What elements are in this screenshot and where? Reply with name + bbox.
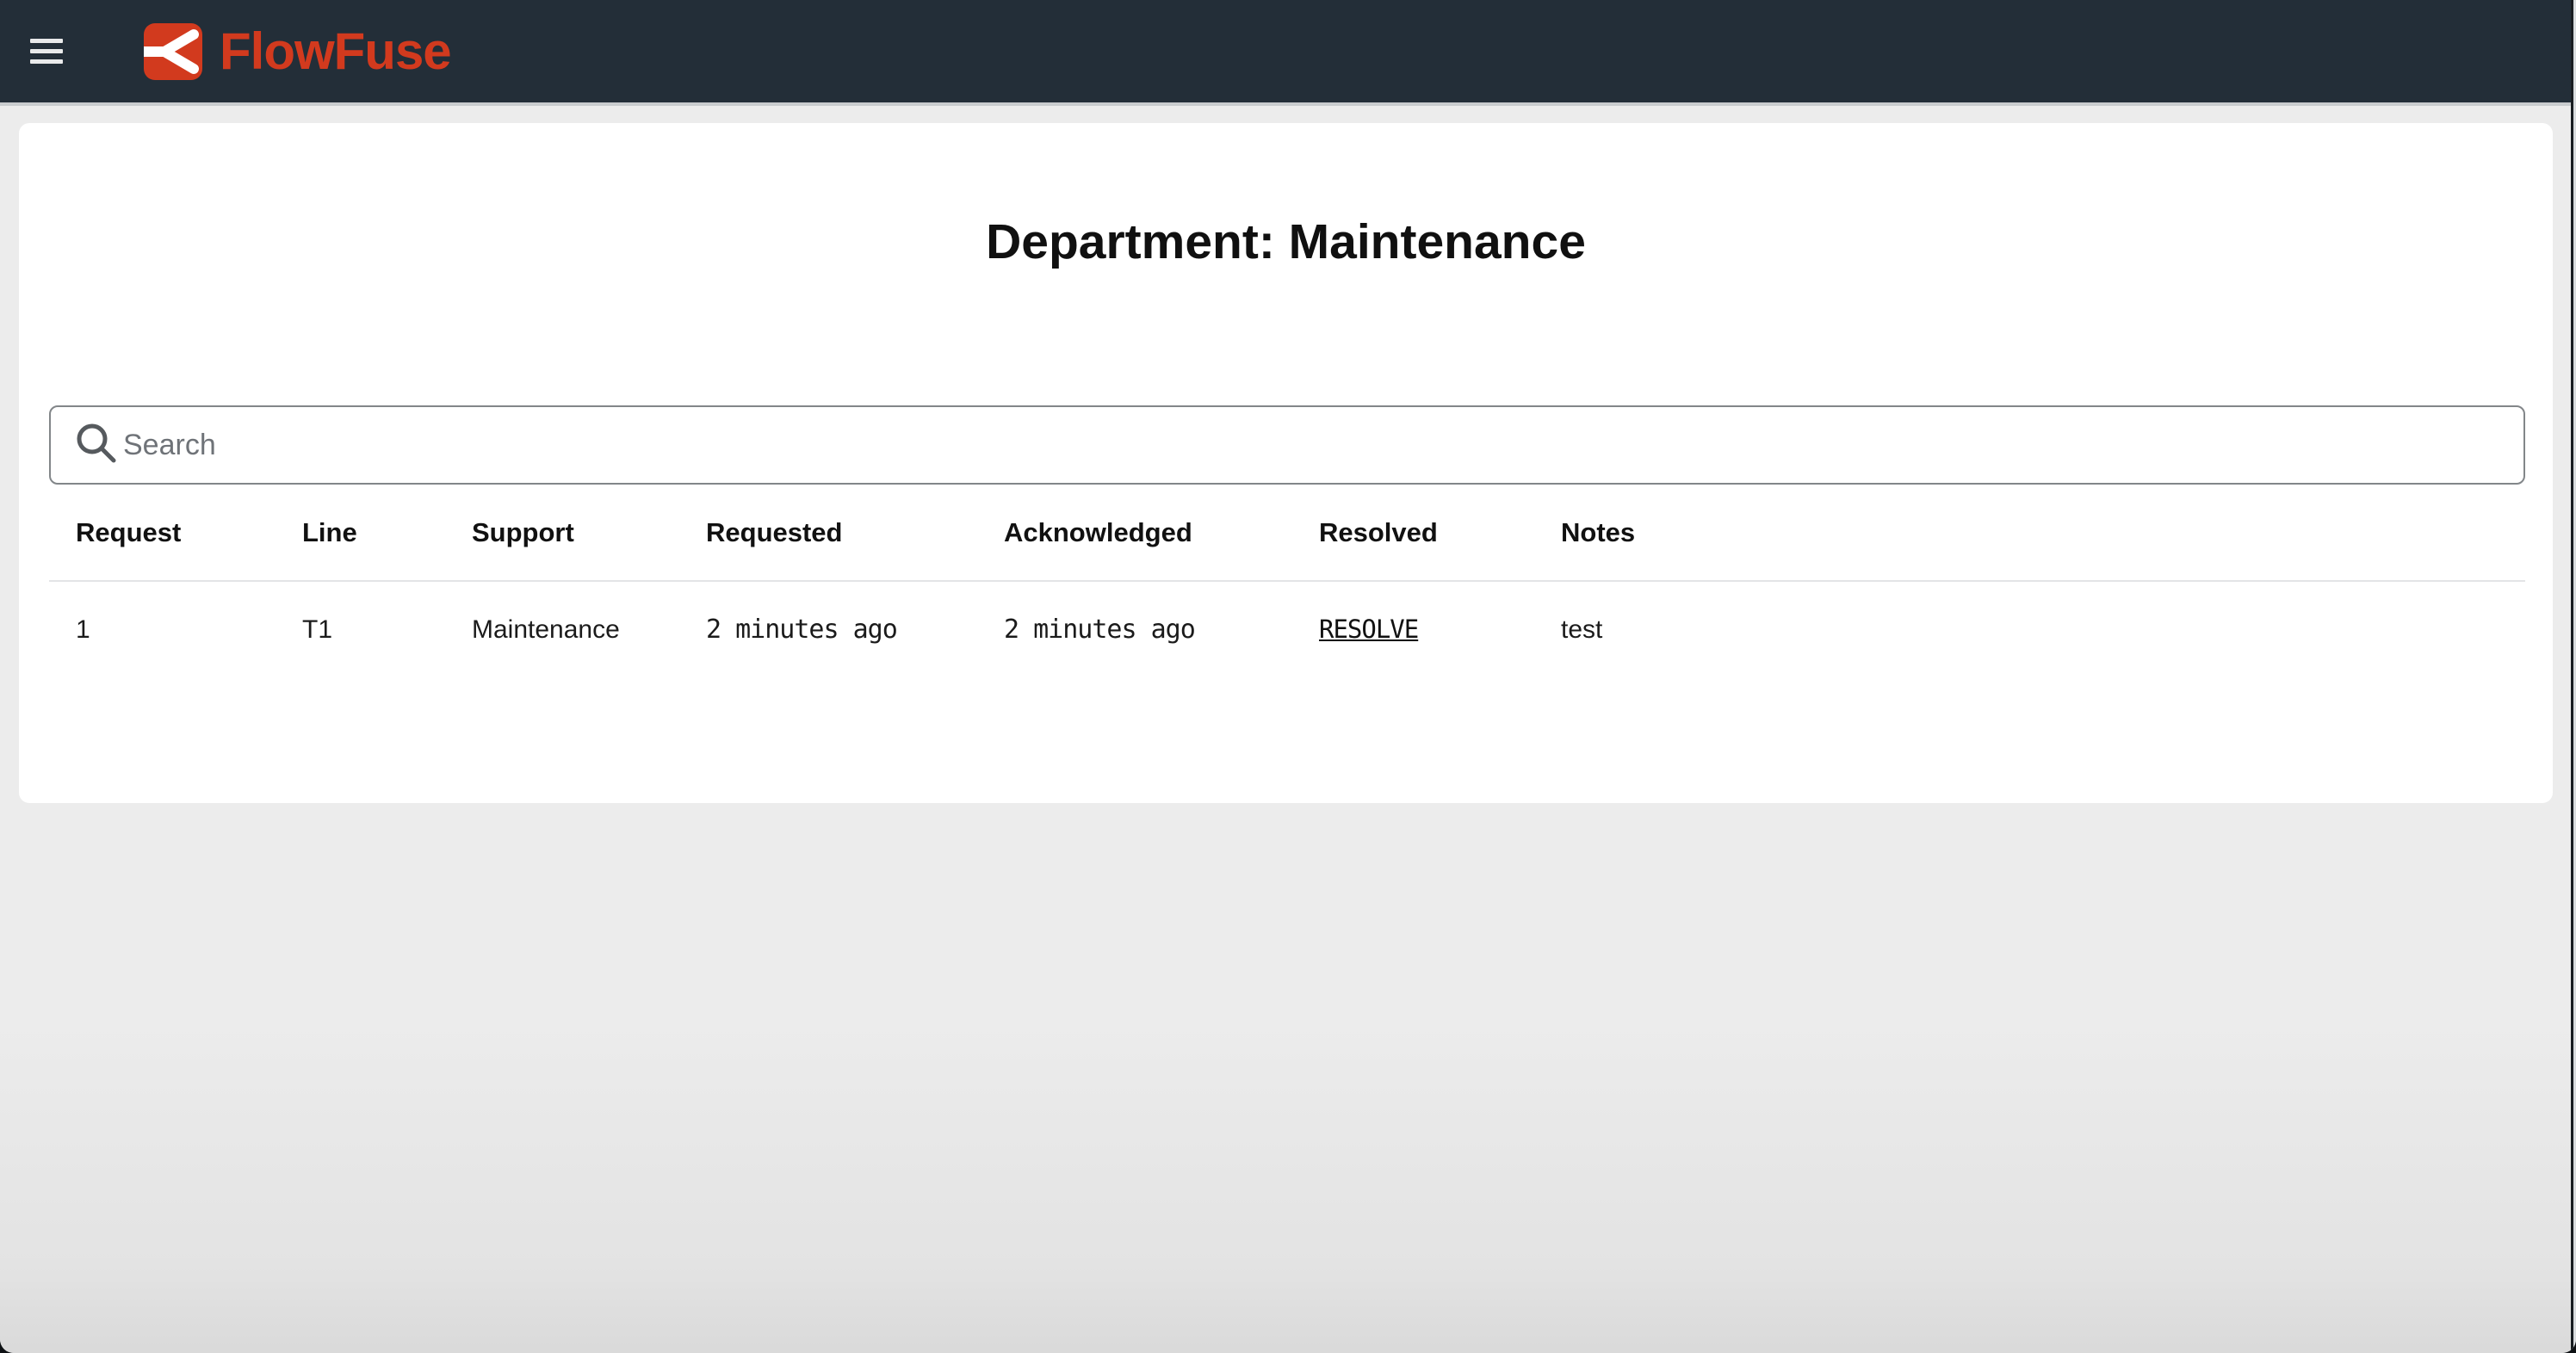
resolve-link[interactable]: RESOLVE — [1319, 615, 1418, 644]
flowfuse-logo[interactable]: FlowFuse — [144, 23, 451, 80]
search-input[interactable] — [49, 405, 2525, 485]
app-header: FlowFuse — [0, 0, 2576, 106]
column-header-notes: Notes — [1561, 485, 2525, 581]
app-window: FlowFuse Department: Maintenance — [0, 0, 2576, 1353]
column-header-support: Support — [472, 485, 706, 581]
flowfuse-logo-icon — [144, 23, 202, 80]
cell-requested: 2 minutes ago — [706, 581, 1004, 677]
brand-name: FlowFuse — [220, 26, 451, 77]
column-header-resolved: Resolved — [1319, 485, 1561, 581]
main-area: Department: Maintenance Request Line — [0, 123, 2576, 1353]
column-header-line: Line — [302, 485, 472, 581]
requests-table: Request Line Support Requested Acknowled… — [49, 485, 2525, 677]
column-header-requested: Requested — [706, 485, 1004, 581]
cell-support: Maintenance — [472, 581, 706, 677]
table-row: 1 T1 Maintenance 2 minutes ago 2 minutes… — [49, 581, 2525, 677]
column-header-acknowledged: Acknowledged — [1004, 485, 1319, 581]
cell-resolved: RESOLVE — [1319, 581, 1561, 677]
page-title: Department: Maintenance — [19, 123, 2553, 271]
window-right-border — [2571, 0, 2573, 1353]
cell-notes: test — [1561, 581, 2525, 677]
hamburger-icon — [30, 39, 63, 43]
content-card: Department: Maintenance Request Line — [19, 123, 2553, 803]
column-header-request: Request — [49, 485, 302, 581]
table-header-row: Request Line Support Requested Acknowled… — [49, 485, 2525, 581]
cell-line: T1 — [302, 581, 472, 677]
cell-request: 1 — [49, 581, 302, 677]
menu-button[interactable] — [30, 25, 84, 78]
cell-acknowledged: 2 minutes ago — [1004, 581, 1319, 677]
search-bar — [49, 405, 2525, 485]
